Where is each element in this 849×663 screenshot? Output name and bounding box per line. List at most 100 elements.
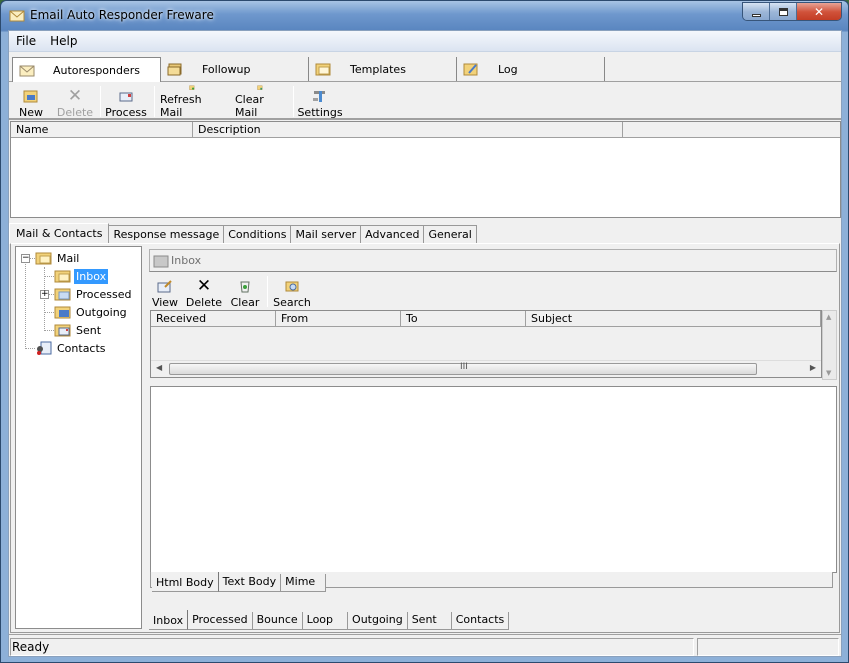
envelope-icon xyxy=(9,10,25,22)
folder-icon xyxy=(153,255,169,267)
sent-folder-icon xyxy=(54,324,71,337)
search-button[interactable]: Search xyxy=(273,275,311,309)
column-extra[interactable] xyxy=(623,122,840,138)
tab-outgoing[interactable]: Outgoing xyxy=(348,612,408,630)
tree-item-processed[interactable]: Processed xyxy=(54,285,133,303)
settings-button[interactable]: Settings xyxy=(297,85,343,119)
main-toolbar: New ✕ Delete Process Refresh Mail Clear … xyxy=(9,83,841,120)
delete-mail-button[interactable]: ✕ Delete xyxy=(186,275,222,310)
menu-help[interactable]: Help xyxy=(43,34,84,48)
autoresponder-list[interactable]: Name Description xyxy=(10,121,841,218)
search-icon xyxy=(285,281,299,292)
refresh-mail-icon xyxy=(189,85,195,90)
process-button[interactable]: Process xyxy=(105,85,147,119)
new-button[interactable]: New xyxy=(16,85,46,119)
tab-sent[interactable]: Sent xyxy=(407,612,452,630)
tab-html-body[interactable]: Html Body xyxy=(152,572,219,592)
tree-item-mail[interactable]: Mail xyxy=(35,249,81,267)
new-icon xyxy=(23,90,38,103)
tab-mail-server[interactable]: Mail server xyxy=(291,225,362,244)
scroll-thumb[interactable]: III xyxy=(169,362,757,375)
recycle-bin-icon xyxy=(240,281,250,293)
envelope-icon xyxy=(19,65,35,77)
tab-followup[interactable]: Followup xyxy=(162,57,309,81)
tab-templates[interactable]: Templates xyxy=(310,57,457,81)
mail-list-header: Received From To Subject xyxy=(151,311,821,327)
tab-bounce[interactable]: Bounce xyxy=(252,612,303,630)
scroll-right-icon[interactable]: ▶ xyxy=(810,363,816,372)
tab-autoresponders[interactable]: Autoresponders xyxy=(12,57,161,82)
message-preview[interactable] xyxy=(150,386,837,573)
close-button[interactable]: ✕ xyxy=(797,3,841,20)
toolbar-separator xyxy=(293,86,294,117)
tab-mail-contacts[interactable]: Mail & Contacts xyxy=(9,223,110,244)
folder-header: Inbox xyxy=(149,249,837,272)
view-icon xyxy=(157,280,172,293)
detail-tabs: Mail & Contacts Response message Conditi… xyxy=(9,223,477,244)
scroll-left-icon[interactable]: ◀ xyxy=(156,363,162,372)
column-subject[interactable]: Subject xyxy=(526,311,821,327)
column-to[interactable]: To xyxy=(401,311,526,327)
maximize-button[interactable] xyxy=(770,3,797,20)
status-text: Ready xyxy=(10,638,694,656)
menu-file[interactable]: File xyxy=(9,34,43,48)
window-controls: ✕ xyxy=(742,2,842,21)
folder-tree[interactable]: − Mail Inbox + Processed Outgoing Sent C… xyxy=(15,246,142,629)
vertical-scrollbar[interactable]: ▲ ▼ xyxy=(822,310,837,380)
column-description[interactable]: Description xyxy=(193,122,623,138)
tab-mime[interactable]: Mime xyxy=(281,574,327,592)
tree-line xyxy=(44,330,54,331)
process-icon xyxy=(119,92,133,102)
clear-mail-button[interactable]: Clear Mail xyxy=(235,85,285,119)
expand-toggle[interactable]: + xyxy=(40,290,49,299)
folder-tabs: Inbox Processed Bounce Loop Outgoing Sen… xyxy=(149,610,510,630)
refresh-mail-button[interactable]: Refresh Mail xyxy=(160,85,224,119)
contacts-icon xyxy=(37,341,52,355)
tab-log[interactable]: Log xyxy=(458,57,605,81)
column-name[interactable]: Name xyxy=(11,122,193,138)
tab-advanced[interactable]: Advanced xyxy=(361,225,425,244)
log-icon xyxy=(463,63,478,76)
mail-contacts-page: − Mail Inbox + Processed Outgoing Sent C… xyxy=(10,243,840,633)
tab-conditions[interactable]: Conditions xyxy=(224,225,292,244)
tree-item-sent[interactable]: Sent xyxy=(54,321,103,339)
scroll-up-icon[interactable]: ▲ xyxy=(826,313,831,321)
mail-pane: Inbox View ✕ Delete Clear Search Receive… xyxy=(146,246,839,631)
body-tabs: Html Body Text Body Mime xyxy=(152,572,327,592)
view-button[interactable]: View xyxy=(152,275,178,309)
tab-general[interactable]: General xyxy=(424,225,477,244)
minimize-button[interactable] xyxy=(743,3,770,20)
folder-envelope-icon xyxy=(315,63,331,76)
scroll-down-icon[interactable]: ▼ xyxy=(826,369,831,377)
tab-text-body[interactable]: Text Body xyxy=(218,574,282,592)
tab-response-message[interactable]: Response message xyxy=(109,225,225,244)
menu-bar: File Help xyxy=(9,31,841,52)
clear-button[interactable]: Clear xyxy=(231,275,259,309)
tab-processed[interactable]: Processed xyxy=(188,612,253,630)
status-panel-2 xyxy=(697,638,839,656)
close-icon: ✕ xyxy=(813,5,825,19)
column-from[interactable]: From xyxy=(276,311,401,327)
column-received[interactable]: Received xyxy=(151,311,276,327)
body-tabs-bar: Html Body Text Body Mime xyxy=(150,572,833,592)
collapse-toggle[interactable]: − xyxy=(21,254,30,263)
delete-x-icon: ✕ xyxy=(67,86,83,106)
toolbar-separator xyxy=(154,86,155,117)
mail-list[interactable]: Received From To Subject ◀ III ▶ xyxy=(150,310,822,378)
horizontal-scrollbar[interactable]: ◀ III ▶ xyxy=(151,360,821,377)
settings-icon xyxy=(313,91,325,102)
mail-stack-icon xyxy=(167,63,182,76)
delete-button[interactable]: ✕ Delete xyxy=(57,85,93,120)
tree-item-inbox[interactable]: Inbox xyxy=(54,267,109,285)
tab-loop[interactable]: Loop xyxy=(302,612,349,630)
title-bar[interactable]: Email Auto Responder Freware ✕ xyxy=(1,1,848,30)
tree-item-contacts[interactable]: Contacts xyxy=(35,339,108,357)
tree-item-outgoing[interactable]: Outgoing xyxy=(54,303,129,321)
toolbar-separator xyxy=(100,86,101,117)
inbox-folder-icon xyxy=(54,270,71,283)
toolbar-separator xyxy=(267,276,268,307)
mail-toolbar: View ✕ Delete Clear Search xyxy=(149,273,837,309)
tab-inbox[interactable]: Inbox xyxy=(149,610,189,630)
processed-folder-icon xyxy=(54,288,71,301)
tab-contacts[interactable]: Contacts xyxy=(451,612,510,630)
